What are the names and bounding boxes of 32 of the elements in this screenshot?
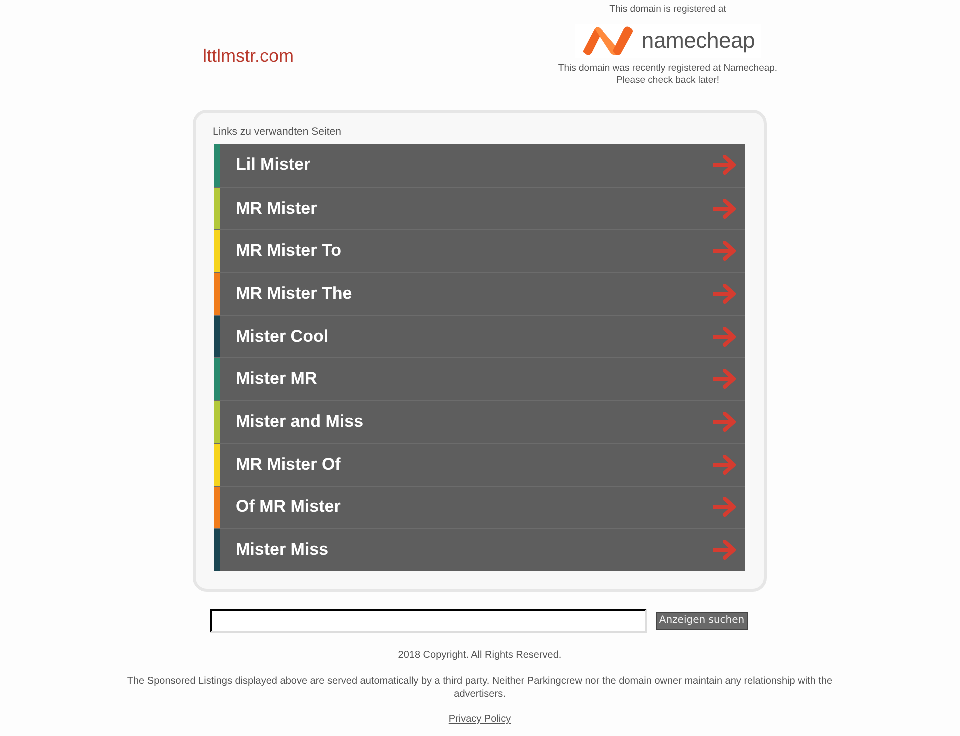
arrow-right-icon xyxy=(713,497,737,518)
arrow-right-icon xyxy=(713,412,737,432)
registrar-note: This domain is registered at xyxy=(610,4,726,16)
related-link[interactable]: MR Mister Of xyxy=(214,442,745,486)
arrow-right-icon xyxy=(713,284,737,304)
search-button[interactable]: Anzeigen suchen xyxy=(656,612,748,630)
domain-name: lttlmstr.com xyxy=(203,45,294,67)
related-link[interactable]: Mister Cool xyxy=(214,314,745,358)
registration-message: This domain was recently registered at Namecheap. xyxy=(558,63,778,75)
arrow-right-icon xyxy=(713,198,737,219)
logo-wordmark: namecheap xyxy=(642,28,756,54)
related-link[interactable]: Mister MR xyxy=(214,357,745,400)
copyright-text: 2018 Copyright. All Rights Reserved. xyxy=(398,648,562,663)
privacy-policy-link[interactable]: Privacy Policy xyxy=(448,712,512,727)
arrow-right-icon xyxy=(713,369,737,390)
related-link[interactable]: Mister and Miss xyxy=(214,400,745,443)
registration-message: Please check back later! xyxy=(616,75,720,87)
disclaimer-text: The Sponsored Listings displayed above are served automatically by a third party. Neither Parkingcrew nor the domain owner maintain any relationship with the advertisers. xyxy=(126,674,834,701)
arrow-right-icon xyxy=(713,241,737,262)
related-link[interactable]: Lil Mister xyxy=(214,144,745,187)
arrow-right-icon xyxy=(713,454,737,475)
n-ribbon-icon xyxy=(580,26,635,56)
search-field[interactable] xyxy=(210,608,647,633)
arrow-right-icon xyxy=(713,155,737,176)
section-heading: Links zu verwandten Seiten xyxy=(213,125,342,139)
related-link[interactable]: Of MR Mister xyxy=(214,486,745,528)
arrow-right-icon xyxy=(713,326,737,347)
related-link[interactable]: MR Mister To xyxy=(214,229,745,272)
related-link[interactable]: Mister Miss xyxy=(214,528,745,571)
related-link[interactable]: MR Mister xyxy=(214,186,745,230)
arrow-right-icon xyxy=(713,540,737,560)
related-link[interactable]: MR Mister The xyxy=(214,272,745,315)
